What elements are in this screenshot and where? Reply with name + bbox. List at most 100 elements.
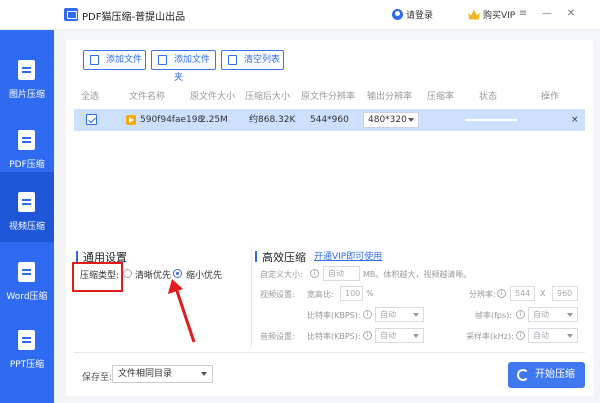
start-compress-button[interactable]: 开始压缩 xyxy=(508,362,585,388)
chevron-down-icon xyxy=(413,334,419,338)
res-x-label: X xyxy=(540,289,546,298)
annotation-arrow xyxy=(168,279,196,343)
row-checkbox[interactable] xyxy=(86,114,97,125)
info-icon: i xyxy=(363,310,372,319)
app-title: PDF猫压缩-普提山出品 xyxy=(82,12,186,23)
folder-icon xyxy=(158,55,167,65)
sample-rate-label: 采样率(kHz): xyxy=(466,332,514,341)
res-height-input[interactable]: 960 xyxy=(552,286,578,301)
add-folder-button[interactable]: 添加文件夹 xyxy=(151,50,216,83)
orig-res: 544*960 xyxy=(310,115,349,125)
col-compressed-size: 压缩后大小 xyxy=(245,92,291,102)
sidebar-item-image[interactable]: 图片压缩 xyxy=(0,40,54,110)
fps-value: 自动 xyxy=(533,310,549,319)
sidebar-item-label: 图片压缩 xyxy=(8,90,45,100)
aspect-input[interactable]: 100 xyxy=(340,286,363,301)
audio-bitrate-select[interactable]: 自动 xyxy=(375,328,424,343)
image-file-icon xyxy=(18,60,35,80)
fps-select[interactable]: 自动 xyxy=(528,307,578,322)
fps-label: 帧率(fps): xyxy=(475,311,512,320)
sidebar-item-label: PDF压缩 xyxy=(9,160,45,170)
chevron-down-icon xyxy=(567,313,573,317)
output-res-value: 480*320 xyxy=(368,115,407,125)
bitrate-value: 自动 xyxy=(380,310,396,319)
sidebar: 图片压缩 PDF压缩 视频压缩 Word压缩 PPT压缩 xyxy=(0,30,54,403)
select-all-header[interactable]: 全选 xyxy=(81,88,99,106)
video-settings-label: 视频设置: xyxy=(260,290,295,299)
col-status: 状态 xyxy=(479,92,498,102)
clear-list-button[interactable]: 清空列表 xyxy=(221,50,284,70)
add-file-button[interactable]: 添加文件 xyxy=(83,50,146,70)
sidebar-item-label: Word压缩 xyxy=(6,292,48,302)
trash-icon xyxy=(228,55,237,65)
bitrate-select[interactable]: 自动 xyxy=(375,307,424,322)
advanced-settings-title: 高效压缩 xyxy=(262,251,306,264)
remove-row-icon[interactable]: × xyxy=(571,109,579,131)
title-bar: PDF猫压缩-普提山出品 请登录 购买VIP ≡ — ✕ xyxy=(0,0,600,30)
audio-settings-label: 音频设置: xyxy=(260,332,295,341)
refresh-icon xyxy=(517,369,529,381)
info-icon: i xyxy=(516,310,525,319)
video-file-icon xyxy=(18,192,35,212)
login-label: 请登录 xyxy=(406,11,434,21)
bitrate-label: 比特率(KBPS): xyxy=(307,311,361,320)
sidebar-item-video[interactable]: 视频压缩 xyxy=(0,172,54,242)
section-marker xyxy=(76,251,78,262)
chevron-down-icon xyxy=(408,118,414,122)
app-logo-icon xyxy=(64,8,78,21)
sidebar-item-pdf[interactable]: PDF压缩 xyxy=(0,110,54,180)
col-orig-size: 原文件大小 xyxy=(190,92,236,102)
add-file-label: 添加文件 xyxy=(106,55,143,65)
buy-vip-button[interactable]: 购买VIP xyxy=(468,8,515,21)
login-button[interactable]: 请登录 xyxy=(392,8,433,21)
menu-icon[interactable]: ≡ xyxy=(516,7,530,21)
output-res-select[interactable]: 480*320 xyxy=(363,112,419,128)
custom-size-hint: MB。体积越大，视频越清晰。 xyxy=(363,270,472,279)
video-file-icon xyxy=(126,115,136,125)
section-marker xyxy=(255,251,257,262)
crown-icon xyxy=(468,9,480,20)
vip-label: 购买VIP xyxy=(483,11,516,21)
clear-list-label: 清空列表 xyxy=(244,55,281,65)
audio-bitrate-label: 比特率(KBPS): xyxy=(307,332,361,341)
info-icon: i xyxy=(516,331,525,340)
aspect-unit: % xyxy=(366,289,374,298)
resolution-label: 分辨率: xyxy=(469,290,496,299)
sample-rate-value: 自动 xyxy=(533,331,549,340)
add-folder-label: 添加文件夹 xyxy=(174,55,211,83)
sidebar-item-ppt[interactable]: PPT压缩 xyxy=(0,310,54,380)
sidebar-item-label: 视频压缩 xyxy=(8,222,45,232)
orig-size: 2.25M xyxy=(200,115,228,125)
col-out-res: 输出分辨率 xyxy=(367,92,413,102)
minimize-icon[interactable]: — xyxy=(540,7,554,21)
chevron-down-icon xyxy=(201,372,207,376)
start-compress-label: 开始压缩 xyxy=(535,369,575,380)
progress-bar xyxy=(465,119,517,121)
save-to-label: 保存至: xyxy=(82,373,113,383)
radio-size-first[interactable] xyxy=(173,269,182,278)
pdf-file-icon xyxy=(18,130,35,150)
info-icon: i xyxy=(497,289,506,298)
vip-link[interactable]: 开通VIP即可使用 xyxy=(314,249,382,262)
user-icon xyxy=(392,9,403,20)
info-icon: i xyxy=(310,269,319,278)
col-action: 操作 xyxy=(541,92,560,102)
save-location-select[interactable]: 文件相同目录 xyxy=(112,365,213,383)
add-file-icon xyxy=(90,55,99,65)
custom-size-label: 自定义大小: xyxy=(260,270,303,279)
custom-size-input[interactable]: 自动 xyxy=(323,266,360,281)
audio-bitrate-value: 自动 xyxy=(380,331,396,340)
compress-type-label: 压缩类型: xyxy=(80,271,120,281)
col-ratio: 压缩率 xyxy=(427,92,455,102)
res-width-input[interactable]: 544 xyxy=(510,286,535,301)
sidebar-item-word[interactable]: Word压缩 xyxy=(0,242,54,312)
radio-clarity-first[interactable] xyxy=(123,269,132,278)
close-icon[interactable]: ✕ xyxy=(564,7,578,21)
aspect-label: 宽高比: xyxy=(307,290,334,299)
table-header: 全选 文件名称 原文件大小 压缩后大小 原文件分辨率 输出分辨率 压缩率 状态 … xyxy=(74,88,585,106)
sample-rate-select[interactable]: 自动 xyxy=(528,328,578,343)
col-orig-res: 原文件分辨率 xyxy=(301,92,356,102)
table-row[interactable]: 590f94fae198... 2.25M 约868.32K 544*960 4… xyxy=(74,109,585,131)
save-location-value: 文件相同目录 xyxy=(118,369,173,379)
section-divider xyxy=(251,247,252,347)
